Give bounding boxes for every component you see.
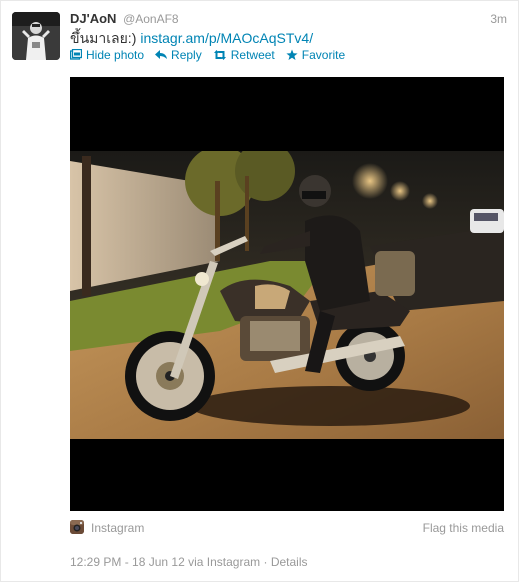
tweet-via[interactable]: via Instagram	[188, 555, 260, 569]
flag-media-link[interactable]: Flag this media	[423, 521, 504, 535]
tweet-date[interactable]: 12:29 PM - 18 Jun 12	[70, 555, 185, 569]
media-source-label[interactable]: Instagram	[91, 521, 144, 535]
media-container[interactable]	[70, 77, 504, 511]
tweet-timestamp[interactable]: 3m	[490, 12, 507, 26]
motorcycle-photo	[70, 151, 504, 439]
avatar[interactable]	[12, 12, 60, 60]
meta-separator: ·	[263, 555, 268, 569]
tweet-meta: 12:29 PM - 18 Jun 12 via Instagram · Det…	[70, 555, 308, 569]
tweet-card: DJ'AoN @AonAF8 3m ขึ้นมาเลย:) instagr.am/…	[0, 0, 519, 582]
tweet-header: DJ'AoN @AonAF8	[70, 11, 179, 27]
user-handle[interactable]: @AonAF8	[123, 12, 179, 26]
tweet-body: ขึ้นมาเลย:)	[70, 30, 137, 46]
photo-icon	[70, 49, 82, 60]
tweet-actions: Hide photo Reply Retweet Favorite	[70, 48, 356, 62]
star-icon	[286, 49, 298, 60]
retweet-label: Retweet	[230, 48, 275, 62]
hide-photo-label: Hide photo	[86, 48, 145, 62]
tweet-link[interactable]: instagr.am/p/MAOcAqSTv4/	[140, 30, 313, 46]
reply-button[interactable]: Reply	[155, 48, 202, 62]
favorite-label: Favorite	[301, 48, 346, 62]
retweet-button[interactable]: Retweet	[213, 48, 275, 62]
tweet-photo	[70, 151, 504, 439]
tweet-text: ขึ้นมาเลย:) instagr.am/p/MAOcAqSTv4/	[70, 29, 313, 47]
user-fullname[interactable]: DJ'AoN	[70, 11, 116, 26]
favorite-button[interactable]: Favorite	[286, 48, 345, 62]
hide-photo-button[interactable]: Hide photo	[70, 48, 144, 62]
reply-arrow-icon	[155, 50, 168, 59]
avatar-image	[12, 12, 60, 60]
details-link[interactable]: Details	[271, 555, 308, 569]
retweet-icon	[213, 50, 226, 60]
instagram-camera-icon	[70, 520, 84, 534]
reply-label: Reply	[171, 48, 202, 62]
media-footer: Instagram Flag this media	[70, 520, 504, 536]
